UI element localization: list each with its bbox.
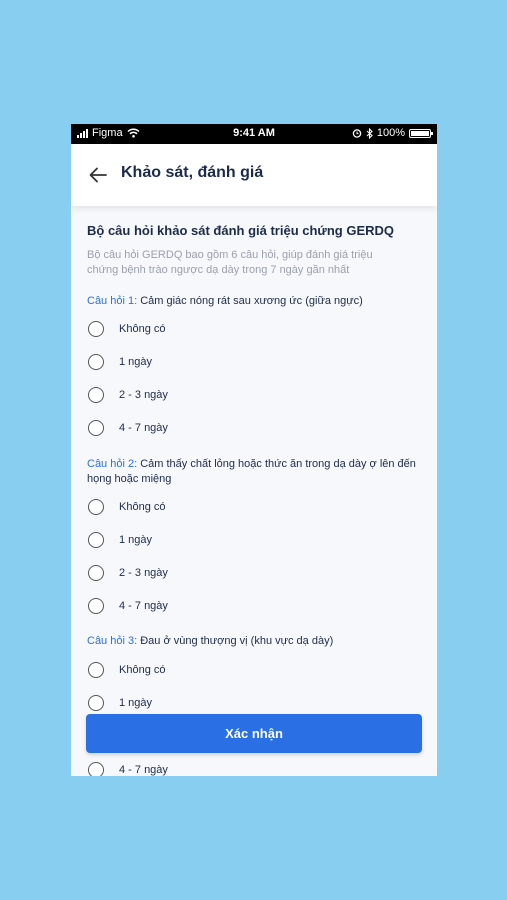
option-q1-2-3-days[interactable]: 2 - 3 ngày: [88, 384, 168, 406]
question-label: Câu hỏi 1:: [87, 295, 138, 307]
bluetooth-icon: [366, 127, 373, 139]
question-text: Đau ở vùng thượng vị (khu vực dạ dày): [137, 635, 334, 647]
option-label: 1 ngày: [119, 356, 153, 368]
radio-button[interactable]: [88, 598, 104, 614]
question-label: Câu hỏi 3:: [87, 635, 138, 647]
battery-percent: 100%: [376, 127, 405, 139]
option-q2-2-3-days[interactable]: 2 - 3 ngày: [88, 562, 168, 584]
survey-description: Bộ câu hỏi GERDQ bao gồm 6 câu hỏi, giúp…: [87, 249, 373, 276]
option-label: 4 - 7 ngày: [119, 764, 168, 776]
option-q2-none[interactable]: Không có: [88, 496, 165, 518]
option-q1-1-day[interactable]: 1 ngày: [88, 351, 152, 373]
question-2: Câu hỏi 2: Cảm thấy chất lỏng hoặc thức …: [87, 457, 423, 487]
option-q3-1-day[interactable]: 1 ngày: [88, 692, 152, 714]
question-text: Cảm thấy chất lỏng hoặc thức ăn trong dạ…: [87, 458, 416, 485]
question-label: Câu hỏi 2:: [87, 458, 138, 470]
radio-button[interactable]: [88, 420, 104, 436]
option-label: 1 ngày: [119, 697, 153, 709]
question-1: Câu hỏi 1: Cảm giác nóng rát sau xương ứ…: [87, 294, 423, 309]
confirm-button[interactable]: Xác nhận: [86, 714, 422, 753]
option-label: Không có: [119, 664, 166, 676]
option-label: 2 - 3 ngày: [119, 567, 168, 579]
option-q3-none[interactable]: Không có: [88, 659, 165, 681]
status-bar: Figma 9:41 AM 100%: [71, 124, 437, 144]
survey-title: Bộ câu hỏi khảo sát đánh giá triệu chứng…: [87, 223, 395, 238]
question-text: Cảm giác nóng rát sau xương ức (giữa ngự…: [137, 295, 363, 307]
radio-button[interactable]: [88, 321, 104, 337]
option-label: 4 - 7 ngày: [119, 422, 168, 434]
radio-button[interactable]: [88, 387, 104, 403]
option-q1-none[interactable]: Không có: [88, 318, 165, 340]
survey-content[interactable]: Bộ câu hỏi khảo sát đánh giá triệu chứng…: [71, 206, 437, 776]
radio-button[interactable]: [88, 354, 104, 370]
option-q2-4-7-days[interactable]: 4 - 7 ngày: [88, 595, 168, 617]
question-3: Câu hỏi 3: Đau ở vùng thượng vị (khu vực…: [87, 634, 423, 649]
option-q3-4-7-days[interactable]: 4 - 7 ngày: [88, 759, 168, 776]
page-title: Khảo sát, đánh giá: [121, 164, 264, 181]
radio-button[interactable]: [88, 695, 104, 711]
option-label: Không có: [119, 323, 166, 335]
back-arrow-icon[interactable]: [87, 164, 109, 186]
radio-button[interactable]: [88, 762, 104, 776]
option-label: 2 - 3 ngày: [119, 389, 168, 401]
option-label: 1 ngày: [119, 534, 153, 546]
app-header: Khảo sát, đánh giá: [71, 144, 437, 206]
option-label: Không có: [119, 501, 166, 513]
radio-button[interactable]: [88, 532, 104, 548]
phone-screen: Figma 9:41 AM 100% Khảo sát, đánh giá Bộ…: [71, 124, 437, 776]
option-q2-1-day[interactable]: 1 ngày: [88, 529, 152, 551]
alarm-icon: [352, 129, 362, 138]
option-label: 4 - 7 ngày: [119, 600, 168, 612]
battery-icon: [409, 128, 433, 138]
option-q1-4-7-days[interactable]: 4 - 7 ngày: [88, 417, 168, 439]
radio-button[interactable]: [88, 565, 104, 581]
radio-button[interactable]: [88, 662, 104, 678]
radio-button[interactable]: [88, 499, 104, 515]
